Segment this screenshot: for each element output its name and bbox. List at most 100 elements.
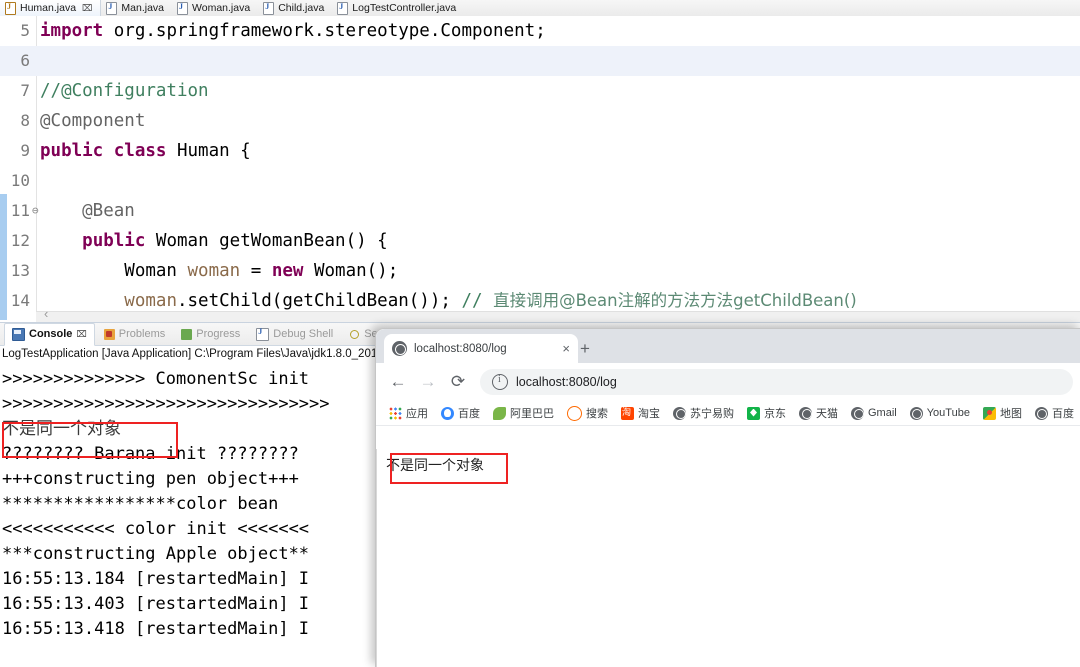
- maps-icon: [982, 406, 996, 420]
- problems-icon: [103, 328, 115, 340]
- console-tab-label: Progress: [196, 328, 241, 340]
- code-text: @Bean: [40, 196, 135, 226]
- line-number: 8: [20, 111, 30, 130]
- page-left-edge: [376, 449, 377, 667]
- code-token: woman: [124, 291, 177, 311]
- bookmark-label: 苏宁易购: [690, 408, 734, 420]
- fold-collapse-icon[interactable]: ⊖: [32, 196, 39, 226]
- bookmark-item[interactable]: 应用: [384, 405, 433, 421]
- bookmark-item[interactable]: 苏宁易购: [668, 405, 739, 421]
- bookmark-label: YouTube: [926, 407, 970, 419]
- editor-tab-label: Human.java: [20, 2, 77, 14]
- bookmark-item[interactable]: 京东: [742, 405, 791, 421]
- code-text: import org.springframework.stereotype.Co…: [40, 16, 546, 46]
- address-bar[interactable]: localhost:8080/log: [480, 369, 1073, 395]
- editor-tab-man-java[interactable]: Man.java: [101, 0, 172, 16]
- java-file-icon: [5, 1, 16, 15]
- page-highlight-box: [390, 453, 508, 484]
- jd-icon: [747, 406, 760, 420]
- debug-icon: [256, 327, 270, 341]
- line-number: 6: [20, 51, 30, 70]
- code-line: 8 @Component: [0, 106, 1080, 136]
- code-token: public class: [40, 141, 177, 161]
- code-token: import: [40, 21, 114, 41]
- editor-tab-bar: Human.java ⌧ Man.java Woman.java Child.java L…: [0, 0, 1080, 17]
- console-tab-progress[interactable]: Progress: [174, 324, 247, 345]
- line-number: 5: [20, 21, 30, 40]
- globe-icon: [851, 406, 864, 420]
- console-tab-label: Console: [29, 328, 73, 340]
- code-token: new: [271, 261, 314, 281]
- bookmark-item[interactable]: 百度: [436, 405, 485, 421]
- page-content: 不是同一个对象: [376, 449, 1080, 667]
- java-file-icon: [106, 1, 118, 15]
- code-line: 13 Woman woman = new Woman();: [0, 256, 1080, 286]
- code-token: //: [461, 291, 494, 311]
- new-tab-button[interactable]: +: [574, 338, 596, 360]
- bookmarks-bar: 应用 百度 阿里巴巴 搜索 淘宝 苏宁易购 京东 天猫 Gmail YouTube 地图 百度: [376, 401, 1080, 426]
- globe-favicon-icon: [392, 341, 407, 356]
- code-line: 12 public Woman getWomanBean() {: [0, 226, 1080, 256]
- code-line: 7 //@Configuration: [0, 76, 1080, 106]
- close-view-icon[interactable]: ⌧: [76, 329, 86, 340]
- code-editor[interactable]: 5 import org.springframework.stereotype.C…: [0, 16, 1080, 322]
- taobao-icon: [621, 405, 634, 420]
- close-tab-icon[interactable]: ×: [562, 341, 570, 356]
- search-icon: [349, 329, 360, 340]
- bookmark-label: 搜索: [586, 408, 608, 420]
- forward-button[interactable]: →: [414, 368, 442, 396]
- code-token: 直接调用@Bean注解的方法方法getChildBean(): [493, 291, 857, 310]
- bookmark-item[interactable]: 百度: [1030, 405, 1079, 421]
- code-line: 6: [0, 46, 1080, 76]
- code-token: .setChild(getChildBean());: [176, 291, 462, 311]
- editor-tab-child-java[interactable]: Child.java: [258, 0, 332, 16]
- editor-tab-woman-java[interactable]: Woman.java: [172, 0, 258, 16]
- progress-icon: [181, 328, 193, 340]
- bookmark-item[interactable]: 地图: [978, 405, 1027, 421]
- code-token: public: [82, 231, 156, 251]
- bookmark-label: 百度: [458, 408, 480, 420]
- reload-button[interactable]: ⟳: [444, 368, 472, 396]
- console-tab-label: Problems: [118, 328, 166, 340]
- bookmark-item[interactable]: 搜索: [562, 405, 613, 421]
- editor-tab-label: Man.java: [121, 2, 165, 14]
- apps-icon: [389, 406, 402, 420]
- globe-icon: [673, 406, 686, 420]
- code-token: @Component: [40, 111, 146, 131]
- editor-tab-label: Child.java: [278, 2, 325, 14]
- browser-tab[interactable]: localhost:8080/log ×: [384, 334, 578, 363]
- editor-horizontal-scrollbar[interactable]: [36, 306, 1080, 322]
- bookmark-item[interactable]: YouTube: [905, 406, 975, 420]
- code-lines: 5 import org.springframework.stereotype.C…: [0, 16, 1080, 322]
- code-token: Human {: [176, 141, 251, 161]
- site-info-icon[interactable]: [492, 374, 508, 390]
- bookmark-label: 阿里巴巴: [510, 408, 554, 420]
- code-token: //@Configuration: [40, 81, 209, 101]
- bookmark-item[interactable]: 天猫: [794, 405, 843, 421]
- globe-icon: [1034, 406, 1048, 420]
- bookmark-item[interactable]: Gmail: [846, 406, 902, 420]
- back-button[interactable]: ←: [384, 368, 412, 396]
- editor-tab-human-java[interactable]: Human.java ⌧: [0, 0, 102, 16]
- address-bar-url: localhost:8080/log: [516, 375, 617, 389]
- line-number: 13: [10, 261, 30, 280]
- close-tab-icon[interactable]: ⌧: [82, 3, 92, 14]
- console-tab-debug-shell[interactable]: Debug Shell: [249, 324, 340, 345]
- line-number: 9: [20, 141, 30, 160]
- bookmark-item[interactable]: 阿里巴巴: [488, 405, 559, 421]
- browser-window[interactable]: localhost:8080/log × + ← → ⟳ localhost:8…: [375, 328, 1080, 667]
- globe-icon: [799, 406, 812, 420]
- bookmark-item[interactable]: 淘宝: [616, 405, 665, 421]
- browser-tab-title: localhost:8080/log: [414, 342, 507, 355]
- console-tab-problems[interactable]: Problems: [97, 324, 172, 345]
- console-tab-console[interactable]: Console ⌧: [4, 322, 95, 346]
- code-line: 5 import org.springframework.stereotype.C…: [0, 16, 1080, 46]
- code-text: public Woman getWomanBean() {: [40, 226, 388, 256]
- globe-icon: [909, 406, 923, 420]
- editor-tab-label: Woman.java: [192, 2, 251, 14]
- bookmark-label: 百度: [1051, 408, 1074, 420]
- bookmark-label: 天猫: [816, 408, 838, 420]
- editor-tab-logtestcontroller-java[interactable]: LogTestController.java: [332, 0, 464, 16]
